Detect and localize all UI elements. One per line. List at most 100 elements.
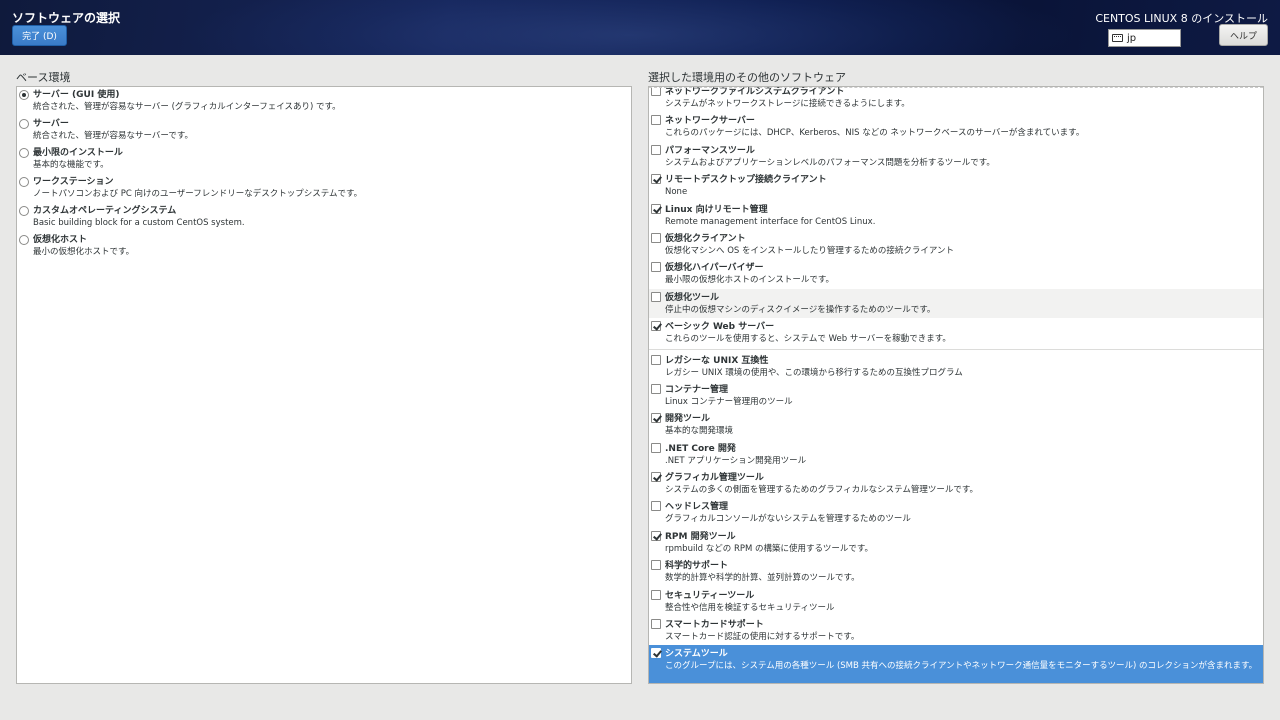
addon-desc: システムの多くの側面を管理するためのグラフィカルなシステム管理ツールです。 — [665, 485, 978, 496]
addon-desc: グラフィカルコンソールがないシステムを管理するためのツール — [665, 514, 911, 525]
checkbox[interactable] — [651, 442, 661, 453]
addon-name: スマートカードサポート — [665, 620, 764, 631]
help-button[interactable]: ヘルプ — [1219, 24, 1268, 46]
addon-desc: これらのツールを使用すると、システムで Web サーバーを稼動できます。 — [665, 334, 951, 345]
checkbox[interactable] — [651, 383, 661, 394]
checkbox[interactable] — [651, 413, 661, 424]
base-env-desc: ノートパソコンおよび PC 向けのユーザーフレンドリーなデスクトップシステムです… — [33, 189, 363, 199]
keyboard-layout-indicator[interactable]: jp — [1108, 29, 1181, 47]
addon-desc: None — [665, 187, 688, 198]
radio-button[interactable] — [19, 235, 29, 245]
addon-item[interactable]: .NET Core 開発 .NET アプリケーション開発用ツール — [649, 440, 1263, 469]
checkbox[interactable] — [651, 619, 661, 630]
base-env-name: 仮想化ホスト — [33, 235, 88, 245]
addon-item[interactable]: 開発ツール 基本的な開発環境 — [649, 410, 1263, 439]
checkbox[interactable] — [651, 144, 661, 155]
checkbox[interactable] — [651, 589, 661, 600]
addon-desc: このグループには、システム用の各種ツール (SMB 共有への接続クライアントやネ… — [665, 661, 1258, 672]
base-env-item[interactable]: カスタムオペレーティングシステム Basic building block fo… — [17, 203, 631, 232]
checkbox[interactable] — [651, 321, 661, 332]
base-env-name: サーバー (GUI 使用) — [33, 90, 120, 100]
addon-list-scroll[interactable]: ネットワークファイルシステムクライアント システムがネットワークストレージに接続… — [649, 87, 1263, 683]
base-env-name: サーバー — [33, 119, 69, 129]
base-env-item[interactable]: ワークステーション ノートパソコンおよび PC 向けのユーザーフレンドリーなデス… — [17, 174, 631, 203]
base-env-desc: Basic building block for a custom CentOS… — [33, 218, 245, 228]
header-bar: ソフトウェアの選択 完了 (D) CENTOS LINUX 8 のインストール … — [0, 0, 1280, 55]
addon-item[interactable]: 仮想化ハイパーバイザー 最小限の仮想化ホストのインストールです。 — [649, 259, 1263, 288]
addon-desc: 最小限の仮想化ホストのインストールです。 — [665, 275, 834, 286]
addon-name: コンテナー管理 — [665, 384, 729, 395]
addon-name: RPM 開発ツール — [665, 531, 736, 542]
base-env-desc: 最小の仮想化ホストです。 — [33, 247, 135, 257]
addon-item[interactable]: 科学的サポート 数学的計算や科学的計算、並列計算のツールです。 — [649, 557, 1263, 586]
addon-name: 科学的サポート — [665, 561, 729, 572]
addon-item[interactable]: ネットワークサーバー これらのパッケージには、DHCP、Kerberos、NIS… — [649, 112, 1263, 141]
addon-name: 開発ツール — [665, 414, 711, 425]
addon-name: ベーシック Web サーバー — [665, 322, 775, 333]
addon-item[interactable]: RPM 開発ツール rpmbuild などの RPM の構築に使用するツールです… — [649, 528, 1263, 557]
base-env-item[interactable]: サーバー 統合された、管理が容易なサーバーです。 — [17, 116, 631, 145]
keyboard-layout-label: jp — [1127, 32, 1137, 44]
base-env-name: 最小限のインストール — [33, 148, 123, 158]
addon-item[interactable]: スマートカードサポート スマートカード認証の使用に対するサポートです。 — [649, 616, 1263, 645]
addon-desc: .NET アプリケーション開発用ツール — [665, 455, 807, 466]
addon-name: システムツール — [665, 649, 728, 660]
radio-button[interactable] — [19, 119, 29, 129]
base-environment-label: ベース環境 — [16, 71, 71, 84]
addon-item[interactable]: 仮想化クライアント 仮想化マシンへ OS をインストールしたり管理するための接続… — [649, 230, 1263, 259]
checkbox[interactable] — [651, 530, 661, 541]
checkbox[interactable] — [651, 291, 661, 302]
addon-separator — [649, 348, 1263, 350]
radio-button[interactable] — [19, 90, 29, 100]
scroll-edge-indicator — [649, 87, 1263, 88]
checkbox[interactable] — [651, 472, 661, 483]
addon-item[interactable]: パフォーマンスツール システムおよびアプリケーションレベルのパフォーマンス問題を… — [649, 142, 1263, 171]
keyboard-icon — [1112, 34, 1123, 42]
addons-label: 選択した環境用のその他のソフトウェア — [648, 71, 846, 84]
addon-item[interactable]: ネットワークファイルシステムクライアント システムがネットワークストレージに接続… — [649, 87, 1263, 112]
addon-name: Linux 向けリモート管理 — [665, 204, 768, 215]
addon-item[interactable]: ヘッドレス管理 グラフィカルコンソールがないシステムを管理するためのツール — [649, 498, 1263, 527]
checkbox[interactable] — [651, 232, 661, 243]
addon-desc: Linux コンテナー管理用のツール — [665, 396, 793, 407]
done-button[interactable]: 完了 (D) — [12, 25, 67, 46]
addon-desc: rpmbuild などの RPM の構築に使用するツールです。 — [665, 543, 874, 554]
base-env-item[interactable]: サーバー (GUI 使用) 統合された、管理が容易なサーバー (グラフィカルイン… — [17, 87, 631, 116]
addon-item[interactable]: グラフィカル管理ツール システムの多くの側面を管理するためのグラフィカルなシステ… — [649, 469, 1263, 498]
radio-button[interactable] — [19, 206, 29, 216]
checkbox[interactable] — [651, 262, 661, 273]
base-env-item[interactable]: 最小限のインストール 基本的な機能です。 — [17, 145, 631, 174]
checkbox[interactable] — [651, 354, 661, 365]
addon-item-selected[interactable]: システムツール このグループには、システム用の各種ツール (SMB 共有への接続… — [649, 645, 1263, 683]
base-env-name: ワークステーション — [33, 177, 114, 187]
checkbox[interactable] — [651, 501, 661, 512]
addon-item[interactable]: コンテナー管理 Linux コンテナー管理用のツール — [649, 381, 1263, 410]
base-env-name: カスタムオペレーティングシステム — [33, 206, 177, 216]
addon-name: ヘッドレス管理 — [665, 502, 729, 513]
addon-item[interactable]: 仮想化ツール 停止中の仮想マシンのディスクイメージを操作するためのツールです。 — [649, 288, 1263, 319]
addon-desc: 停止中の仮想マシンのディスクイメージを操作するためのツールです。 — [665, 304, 936, 315]
addon-item[interactable]: リモートデスクトップ接続クライアント None — [649, 171, 1263, 200]
addon-desc: Remote management interface for CentOS L… — [665, 216, 876, 227]
addon-desc: 整合性や信用を検証するセキュリティツール — [665, 602, 835, 613]
base-env-desc: 基本的な機能です。 — [33, 160, 109, 170]
base-env-item[interactable]: 仮想化ホスト 最小の仮想化ホストです。 — [17, 232, 631, 261]
radio-button[interactable] — [19, 148, 29, 158]
addon-item[interactable]: セキュリティーツール 整合性や信用を検証するセキュリティツール — [649, 587, 1263, 616]
checkbox[interactable] — [651, 174, 661, 185]
addon-item[interactable]: Linux 向けリモート管理 Remote management interfa… — [649, 201, 1263, 230]
addon-item[interactable]: レガシーな UNIX 互換性 レガシー UNIX 環境の使用や、この環境から移行… — [649, 352, 1263, 381]
radio-button[interactable] — [19, 177, 29, 187]
addon-desc: スマートカード認証の使用に対するサポートです。 — [665, 632, 860, 643]
addon-list: ネットワークファイルシステムクライアント システムがネットワークストレージに接続… — [648, 86, 1264, 684]
addon-name: レガシーな UNIX 互換性 — [665, 355, 769, 366]
checkbox[interactable] — [651, 648, 661, 659]
addon-item[interactable]: ベーシック Web サーバー これらのツールを使用すると、システムで Web サ… — [649, 318, 1263, 347]
addon-name: 仮想化クライアント — [665, 233, 746, 244]
checkbox[interactable] — [651, 560, 661, 571]
addon-desc: 仮想化マシンへ OS をインストールしたり管理するための接続クライアント — [665, 245, 954, 256]
checkbox[interactable] — [651, 203, 661, 214]
addon-desc: これらのパッケージには、DHCP、Kerberos、NIS などの ネットワーク… — [665, 128, 1085, 139]
addon-name: 仮想化ハイパーバイザー — [665, 263, 764, 274]
checkbox[interactable] — [651, 115, 661, 126]
